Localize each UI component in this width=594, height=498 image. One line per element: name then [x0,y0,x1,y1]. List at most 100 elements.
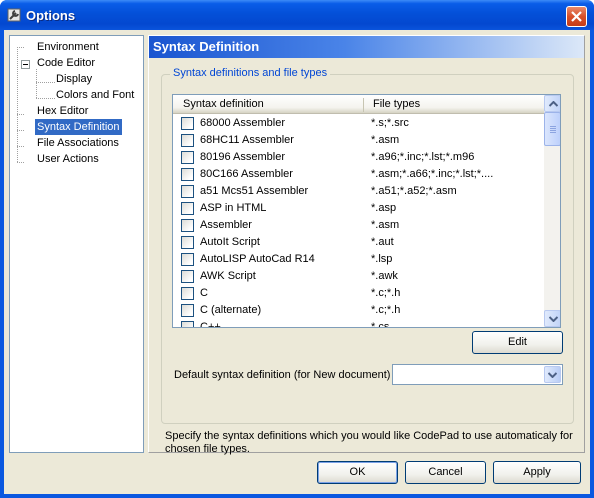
tree-item-file-associations[interactable]: File Associations [35,135,121,151]
list-item[interactable]: 80C166 Assembler *.asm;*.a66;*.inc;*.lst;… [173,166,544,183]
tree-collapse-icon[interactable] [21,60,30,69]
list-item[interactable]: AWK Script *.awk [173,268,544,285]
row-types: *.aut [371,236,394,248]
row-checkbox[interactable] [181,168,194,181]
list-rows: 68000 Assembler *.s;*.src 68HC11 Assemble… [173,115,544,328]
row-name: AutoLISP AutoCad R14 [200,253,315,265]
row-name: C++ [200,321,221,328]
column-header-syntax[interactable]: Syntax definition [183,98,264,110]
row-name: 68HC11 Assembler [200,134,294,146]
tree-line [36,98,55,99]
list-item[interactable]: ASP in HTML *.asp [173,200,544,217]
tree-item-display[interactable]: Display [54,71,94,87]
list-item[interactable]: Assembler *.asm [173,217,544,234]
list-item[interactable]: C *.c;*.h [173,285,544,302]
dialog-client: Environment Code Editor Display Colors a… [4,30,590,494]
options-wrench-icon [7,8,21,22]
edit-button[interactable]: Edit [472,331,563,354]
list-header: Syntax definition File types [173,95,544,114]
syntax-definition-panel: Syntax Definition Syntax definitions and… [148,35,585,455]
chevron-down-icon [549,316,558,322]
tree-item-user-actions[interactable]: User Actions [35,151,101,167]
tree-item-environment[interactable]: Environment [35,39,101,55]
grip-line [550,132,556,133]
row-checkbox[interactable] [181,134,194,147]
list-item[interactable]: 68000 Assembler *.s;*.src [173,115,544,132]
list-item[interactable]: C (alternate) *.c;*.h [173,302,544,319]
row-checkbox[interactable] [181,321,194,327]
tree-line [17,47,24,48]
default-syntax-dropdown[interactable] [392,364,563,385]
row-name: 80196 Assembler [200,151,285,163]
row-name: ASP in HTML [200,202,267,214]
window-title: Options [26,8,76,23]
grip-line [550,130,556,131]
row-types: *.s;*.src [371,117,409,129]
row-name: a51 Mcs51 Assembler [200,185,309,197]
apply-button[interactable]: Apply [493,461,581,484]
close-icon [571,11,582,22]
row-types: *.awk [371,270,398,282]
title-bar[interactable]: Options [0,0,594,30]
row-checkbox[interactable] [181,151,194,164]
row-types: *.asm [371,134,400,146]
list-item[interactable]: a51 Mcs51 Assembler *.a51;*.a52;*.asm [173,183,544,200]
row-checkbox[interactable] [181,117,194,130]
tree-line [17,162,24,163]
row-types: *.c;*.h [371,287,401,299]
grip-line [550,128,556,129]
scroll-up-button[interactable] [544,95,560,112]
row-types: *.a51;*.a52;*.asm [371,185,457,197]
tree-line [17,47,18,162]
row-checkbox[interactable] [181,185,194,198]
chevron-up-icon [549,101,558,107]
row-name: C [200,287,208,299]
list-item[interactable]: AutoLISP AutoCad R14 *.lsp [173,251,544,268]
list-scrollbar[interactable] [544,95,560,327]
row-checkbox[interactable] [181,287,194,300]
tree-item-syntax-definition[interactable]: Syntax Definition [35,119,122,135]
row-checkbox[interactable] [181,202,194,215]
column-separator[interactable] [363,98,364,112]
scroll-down-button[interactable] [544,310,560,327]
close-button[interactable] [566,6,587,27]
row-name: AutoIt Script [200,236,260,248]
panel-title: Syntax Definition [153,39,260,54]
tree-line [17,114,24,115]
row-checkbox[interactable] [181,236,194,249]
list-item[interactable]: AutoIt Script *.aut [173,234,544,251]
tree-item-code-editor[interactable]: Code Editor [35,55,97,71]
row-types: *.lsp [371,253,393,265]
default-syntax-label: Default syntax definition (for New docum… [174,369,391,381]
list-item[interactable]: 80196 Assembler *.a96;*.inc;*.lst;*.m96 [173,149,544,166]
syntax-list[interactable]: Syntax definition File types 68000 Assem… [172,94,561,328]
cancel-button[interactable]: Cancel [405,461,486,484]
options-tree[interactable]: Environment Code Editor Display Colors a… [9,35,144,453]
scroll-thumb[interactable] [544,112,560,146]
row-name: 80C166 Assembler [200,168,293,180]
list-item[interactable]: C++ *.cs [173,319,544,328]
row-name: AWK Script [200,270,256,282]
row-types: *.a96;*.inc;*.lst;*.m96 [371,151,475,163]
row-types: *.asm;*.a66;*.inc;*.lst;*.... [371,168,494,180]
row-name: C (alternate) [200,304,262,316]
column-header-file-types[interactable]: File types [373,98,420,110]
row-checkbox[interactable] [181,270,194,283]
dropdown-button[interactable] [544,366,561,383]
panel-header: Syntax Definition [149,36,584,58]
row-types: *.asm [371,219,400,231]
row-checkbox[interactable] [181,253,194,266]
group-title: Syntax definitions and file types [170,67,331,79]
description-text: Specify the syntax definitions which you… [165,430,573,455]
tree-line [36,82,55,83]
grip-line [550,126,556,127]
row-name: 68000 Assembler [200,117,285,129]
row-checkbox[interactable] [181,219,194,232]
row-checkbox[interactable] [181,304,194,317]
ok-button[interactable]: OK [317,461,398,484]
tree-line [17,130,24,131]
list-item[interactable]: 68HC11 Assembler *.asm [173,132,544,149]
row-types: *.c;*.h [371,304,401,316]
tree-item-hex-editor[interactable]: Hex Editor [35,103,90,119]
tree-item-colors-and-font[interactable]: Colors and Font [54,87,136,103]
